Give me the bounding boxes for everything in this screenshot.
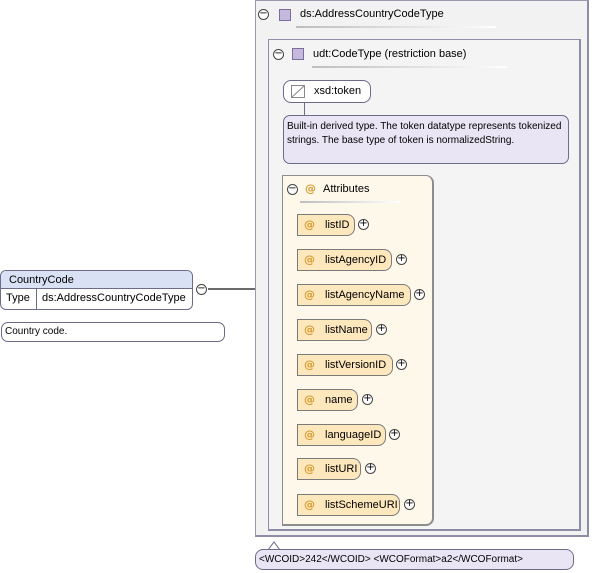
at-sign-icon: @ (304, 428, 315, 441)
attribute-item[interactable]: @ listURI (297, 458, 361, 480)
attribute-item[interactable]: @ listID (297, 214, 355, 236)
attribute-label: listAgencyID (325, 254, 387, 266)
collapse-element-icon[interactable]: − (196, 284, 207, 295)
expand-attribute-icon[interactable]: + (396, 359, 407, 370)
attribute-label: listID (325, 219, 350, 231)
base-token-label: xsd:token (314, 85, 362, 97)
attribute-label: languageID (325, 429, 382, 441)
collapse-type-icon[interactable]: − (258, 9, 269, 20)
restriction-title: udt:CodeType (restriction base) (313, 48, 467, 60)
element-type-key: Type (1, 289, 37, 309)
connector-line (208, 288, 255, 290)
at-sign-icon: @ (304, 323, 315, 336)
collapse-attributes-icon[interactable]: − (287, 184, 298, 195)
attribute-label: listURI (325, 463, 358, 475)
at-sign-icon: @ (304, 253, 315, 266)
attribute-item[interactable]: @ listSchemeURI (297, 494, 400, 516)
simple-type-icon (291, 85, 305, 98)
type-square-icon (292, 48, 304, 60)
attribute-label: listSchemeURI (325, 499, 398, 511)
attribute-item[interactable]: @ name (297, 389, 358, 411)
attribute-item[interactable]: @ listVersionID (297, 354, 393, 376)
expand-attribute-icon[interactable]: + (404, 499, 415, 510)
attribute-item[interactable]: @ listAgencyID (297, 249, 392, 271)
at-sign-icon: @ (304, 498, 315, 511)
attribute-label: listAgencyName (325, 289, 405, 301)
at-sign-icon: @ (304, 288, 315, 301)
expand-attribute-icon[interactable]: + (389, 429, 400, 440)
expand-attribute-icon[interactable]: + (396, 254, 407, 265)
element-name: CountryCode (1, 271, 192, 289)
expand-attribute-icon[interactable]: + (358, 219, 369, 230)
at-sign-icon: @ (304, 462, 315, 475)
attribute-label: listName (325, 324, 368, 336)
element-documentation: Country code. (1, 322, 225, 342)
collapse-restriction-icon[interactable]: − (273, 49, 284, 60)
expand-attribute-icon[interactable]: + (365, 463, 376, 474)
expand-attribute-icon[interactable]: + (362, 394, 373, 405)
restriction-title-underline (312, 66, 507, 68)
attribute-item[interactable]: @ listName (297, 319, 372, 341)
type-square-icon (279, 9, 291, 21)
type-title-underline (296, 26, 496, 28)
at-sign-icon: @ (304, 358, 315, 371)
restriction-documentation: Built-in derived type. The token datatyp… (283, 115, 569, 164)
appinfo-box: <WCOID>242</WCOID> <WCOFormat>a2</WCOFor… (255, 549, 574, 570)
attribute-item[interactable]: @ listAgencyName (297, 284, 411, 306)
token-doc-connector (304, 103, 305, 115)
type-title: ds:AddressCountryCodeType (300, 8, 444, 20)
at-sign-icon: @ (305, 182, 316, 195)
attributes-title-underline (300, 201, 400, 203)
attribute-item[interactable]: @ languageID (297, 424, 386, 446)
at-sign-icon: @ (304, 393, 315, 406)
attributes-title: Attributes (323, 183, 370, 195)
expand-attribute-icon[interactable]: + (376, 324, 387, 335)
element-box[interactable]: CountryCode Type ds:AddressCountryCodeTy… (0, 270, 193, 310)
element-type-row: Type ds:AddressCountryCodeType (1, 289, 192, 309)
at-sign-icon: @ (304, 218, 315, 231)
element-type-value: ds:AddressCountryCodeType (42, 292, 186, 304)
attribute-label: name (325, 394, 353, 406)
expand-attribute-icon[interactable]: + (414, 289, 425, 300)
attribute-label: listVersionID (325, 359, 387, 371)
